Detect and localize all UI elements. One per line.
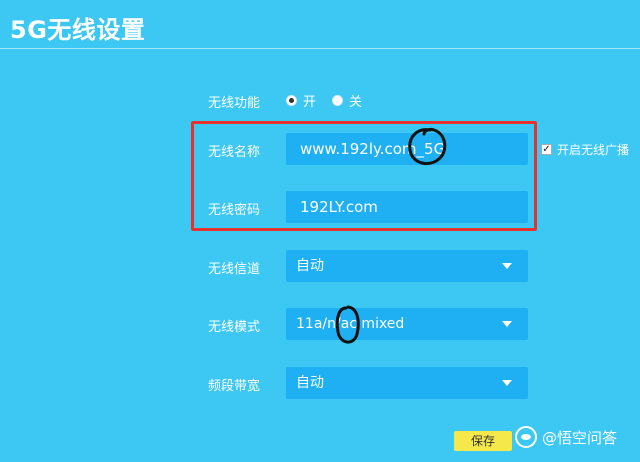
mode-label: 无线模式 <box>208 320 261 335</box>
bandwidth-value: 自动 <box>296 375 324 391</box>
title-divider <box>0 48 640 49</box>
password-label: 无线密码 <box>208 203 261 218</box>
broadcast-label: 开启无线广播 <box>557 143 630 157</box>
mode-select[interactable]: 11a/n/ac mixed <box>286 308 528 340</box>
save-button[interactable]: 保存 <box>454 431 512 451</box>
wireless-function-radio-group: 开 关 <box>286 91 378 110</box>
ssid-input[interactable]: www.192ly.com_5G <box>286 133 528 165</box>
broadcast-option[interactable]: ✓ 开启无线广播 <box>541 141 629 158</box>
watermark-text: @悟空问答 <box>542 428 618 447</box>
wireless-off-radio[interactable] <box>332 94 344 106</box>
watermark: @悟空问答 <box>515 426 617 448</box>
wireless-on-label: 开 <box>303 94 317 110</box>
wireless-function-label: 无线功能 <box>208 96 261 111</box>
broadcast-checkbox[interactable]: ✓ <box>541 144 552 155</box>
channel-label: 无线信道 <box>208 262 261 277</box>
wireless-off-label: 关 <box>349 94 363 110</box>
channel-value: 自动 <box>296 258 324 274</box>
password-input[interactable]: 192LY.com <box>286 191 528 223</box>
mode-value: 11a/n/ac mixed <box>296 316 405 332</box>
page-title: 5G无线设置 <box>10 16 146 44</box>
chevron-down-icon <box>502 321 512 327</box>
wireless-on-radio[interactable] <box>286 94 297 106</box>
wukong-logo-icon <box>515 426 537 448</box>
chevron-down-icon <box>502 263 512 269</box>
channel-select[interactable]: 自动 <box>286 250 528 282</box>
chevron-down-icon <box>502 380 512 386</box>
bandwidth-label: 频段带宽 <box>208 379 261 394</box>
bandwidth-select[interactable]: 自动 <box>286 367 528 399</box>
ssid-label: 无线名称 <box>208 145 261 160</box>
